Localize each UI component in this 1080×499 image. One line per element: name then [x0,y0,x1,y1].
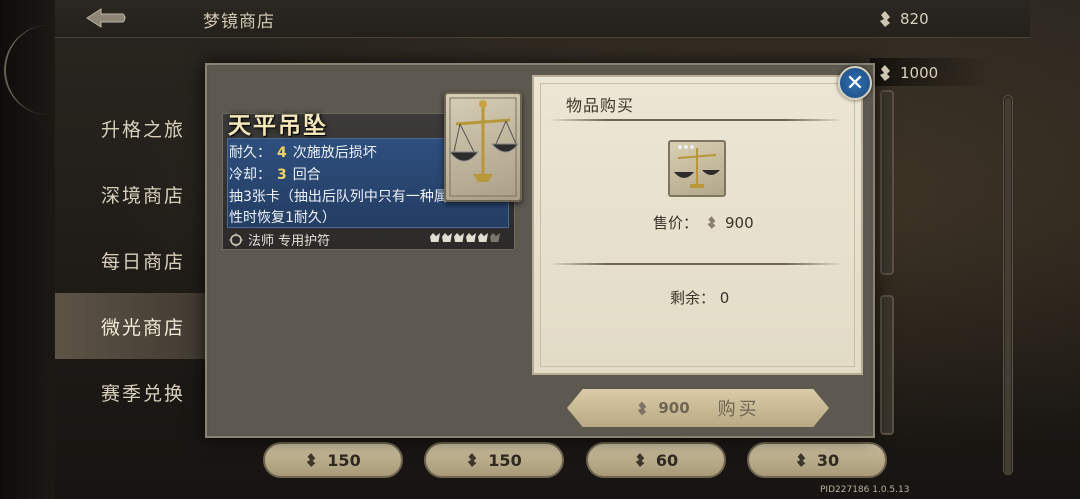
store-title: 梦镜商店 [203,12,275,32]
currency-display-secondary: 1000 [878,64,938,82]
crystal-icon [468,453,477,467]
crystal-icon [796,453,806,467]
rating-mark-empty [490,233,500,242]
rating-mark [466,233,476,242]
purchase-price: 售价： 900 [653,212,754,233]
shop-price-2: 150 [488,450,522,470]
shop-price-button-4[interactable]: 30 [747,442,887,478]
shop-price-button-2[interactable]: 150 [424,442,564,478]
balance-scale-icon [448,97,520,197]
shop-price-4: 30 [816,450,840,470]
durability-label: 耐久： [229,145,271,161]
item-rating [430,233,500,242]
currency-amount-primary: 820 [900,10,929,28]
durability-suffix: 次施放后损坏 [292,145,377,161]
shop-card-edge-upper [880,90,894,275]
rating-mark [478,233,488,242]
sidebar-item-daily[interactable]: 每日商店 [55,227,215,293]
item-class-tag: 法师 专用护符 [228,230,330,249]
purchase-item-thumbnail [668,140,726,197]
item-class-label: 法师 专用护符 [248,234,331,249]
left-edge [0,0,55,499]
back-arrow-icon [86,8,126,28]
remaining-label: 剩余： [670,289,716,307]
currency-amount-secondary: 1000 [900,64,939,82]
shop-card-edge-lower [880,295,894,435]
rating-mark [430,233,440,242]
durability-value: 4 [277,145,287,161]
currency-display-primary: 820 [878,10,929,28]
shop-price-1: 150 [327,450,361,470]
crystal-icon [307,453,316,467]
item-cooldown: 冷却： 3 回合 [229,164,321,184]
item-card-art [444,92,522,202]
rating-mark [442,233,452,242]
mage-emblem-icon [228,231,244,248]
buy-button[interactable]: 900 购买 [567,389,829,427]
shop-price-3: 60 [655,450,679,470]
item-effect-line-1: 抽3张卡（抽出后队列中只有一种属 [229,189,448,205]
item-name: 天平吊坠 [228,112,328,139]
crystal-icon [707,216,716,229]
crystal-icon [638,401,647,415]
buy-label: 购买 [717,399,760,420]
balance-scale-icon [674,145,720,188]
close-icon: ✕ [845,70,865,96]
item-effect-line-2: 性时恢复1耐久） [229,210,336,226]
light-crystal-icon [880,65,890,81]
dream-crystal-icon [880,11,890,27]
remaining-value: 0 [719,289,730,307]
divider [548,119,843,121]
purchase-title: 物品购买 [566,96,635,115]
sidebar-item-season-exchange[interactable]: 赛季兑换 [55,359,215,425]
shop-price-button-3[interactable]: 60 [586,442,726,478]
build-id: PID227186 1.0.5.13 [820,485,910,495]
price-label: 售价： [653,214,699,232]
sidebar-item-glimmer[interactable]: 微光商店 [55,293,215,359]
divider [548,263,843,265]
scrollbar-thumb[interactable] [1005,98,1011,474]
cooldown-value: 3 [277,167,287,183]
remaining-stock: 剩余： 0 [670,287,729,308]
shop-scrollbar[interactable] [1003,95,1013,475]
shop-sidebar: 升格之旅 深境商店 每日商店 微光商店 赛季兑换 [55,95,215,425]
close-button[interactable]: ✕ [838,66,872,100]
rating-mark [454,233,464,242]
sidebar-item-ascension[interactable]: 升格之旅 [55,95,215,161]
item-durability: 耐久： 4 次施放后损坏 [229,142,377,162]
shop-price-button-1[interactable]: 150 [263,442,403,478]
crystal-icon [635,453,645,467]
price-value: 900 [725,213,754,232]
buy-amount: 900 [658,399,690,417]
sidebar-item-deep-realm[interactable]: 深境商店 [55,161,215,227]
cooldown-suffix: 回合 [292,167,321,183]
back-button[interactable] [85,6,129,30]
cooldown-label: 冷却： [229,167,271,183]
